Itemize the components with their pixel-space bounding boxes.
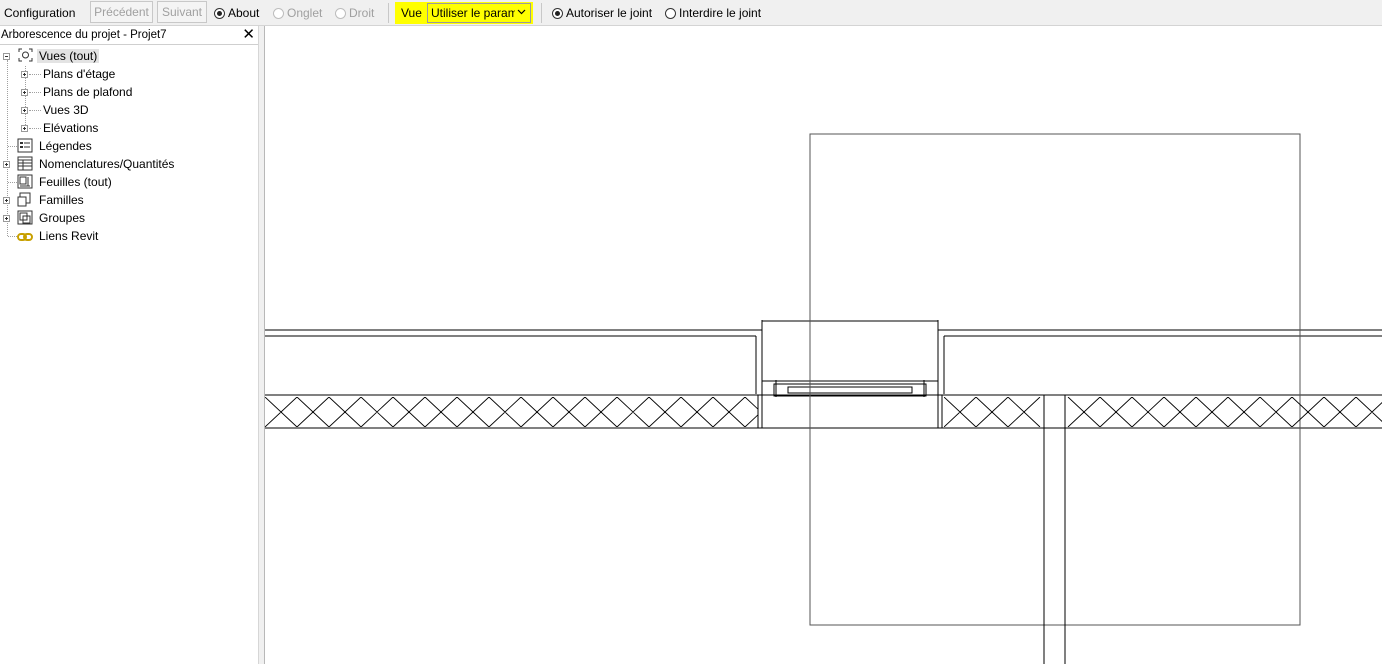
chevron-down-icon xyxy=(517,7,526,18)
sheet-icon xyxy=(17,174,33,189)
previous-button[interactable]: Précédent xyxy=(90,1,153,23)
tree-item-views-all[interactable]: Vues (tout) xyxy=(37,47,100,65)
tree-item-revit-links[interactable]: Liens Revit xyxy=(39,227,98,245)
family-icon xyxy=(17,192,31,207)
panel-splitter[interactable] xyxy=(258,26,265,664)
configuration-label: Configuration xyxy=(4,6,76,20)
tree-line xyxy=(29,128,41,129)
tree-line xyxy=(8,182,17,183)
tree-item-elevations[interactable]: Elévations xyxy=(43,119,98,137)
tree-line xyxy=(29,110,41,111)
tree-line xyxy=(8,236,17,237)
tree-item-sheets[interactable]: Feuilles (tout) xyxy=(39,173,112,191)
legend-icon xyxy=(17,138,33,153)
tree-item-floor-plans[interactable]: Plans d'étage xyxy=(43,65,115,83)
tree-item-ceiling-plans[interactable]: Plans de plafond xyxy=(43,83,132,101)
radio-about[interactable]: About xyxy=(214,0,259,26)
next-button[interactable]: Suivant xyxy=(157,1,207,23)
options-bar: Configuration Précédent Suivant About On… xyxy=(0,0,1382,26)
expand-toggle[interactable] xyxy=(21,107,28,114)
close-icon[interactable]: ✕ xyxy=(242,26,255,43)
tree-item-schedules[interactable]: Nomenclatures/Quantités xyxy=(39,155,174,173)
schedule-icon xyxy=(17,156,33,171)
toolbar-separator xyxy=(388,3,389,23)
tree-item-legends[interactable]: Légendes xyxy=(39,137,92,155)
tree-line xyxy=(8,146,17,147)
expand-toggle[interactable] xyxy=(3,197,10,204)
views-icon xyxy=(18,48,33,62)
vue-label: Vue xyxy=(401,6,422,20)
link-icon xyxy=(17,233,33,241)
project-browser: Arborescence du projet - Projet7 ✕ Vues … xyxy=(0,26,258,664)
expand-toggle[interactable] xyxy=(3,215,10,222)
drawing-canvas[interactable] xyxy=(265,26,1382,664)
expand-toggle[interactable] xyxy=(21,89,28,96)
radio-about-indicator[interactable] xyxy=(214,7,225,19)
project-browser-title: Arborescence du projet - Projet7 ✕ xyxy=(0,26,258,45)
tree-line xyxy=(7,60,8,236)
tree-line xyxy=(29,74,41,75)
radio-forbid-join-indicator[interactable] xyxy=(665,7,676,19)
tree-item-families[interactable]: Familles xyxy=(39,191,84,209)
expand-toggle[interactable] xyxy=(21,71,28,78)
group-icon xyxy=(17,210,33,225)
radio-onglet[interactable]: Onglet xyxy=(273,0,322,26)
expand-toggle[interactable] xyxy=(21,125,28,132)
radio-forbid-join[interactable]: Interdire le joint xyxy=(665,0,761,26)
expand-toggle[interactable] xyxy=(3,161,10,168)
vue-join-select[interactable]: Utiliser le paramètre xyxy=(427,3,531,23)
wall-section-drawing xyxy=(265,133,1382,664)
collapse-toggle[interactable] xyxy=(3,53,10,60)
radio-allow-join-indicator[interactable] xyxy=(552,7,563,19)
radio-droit-indicator[interactable] xyxy=(335,7,346,19)
tree-item-3d-views[interactable]: Vues 3D xyxy=(43,101,89,119)
tree-item-groups[interactable]: Groupes xyxy=(39,209,85,227)
radio-allow-join[interactable]: Autoriser le joint xyxy=(552,0,652,26)
radio-onglet-indicator[interactable] xyxy=(273,7,284,19)
radio-droit[interactable]: Droit xyxy=(335,0,374,26)
toolbar-separator xyxy=(541,3,542,23)
tree-line xyxy=(29,92,41,93)
